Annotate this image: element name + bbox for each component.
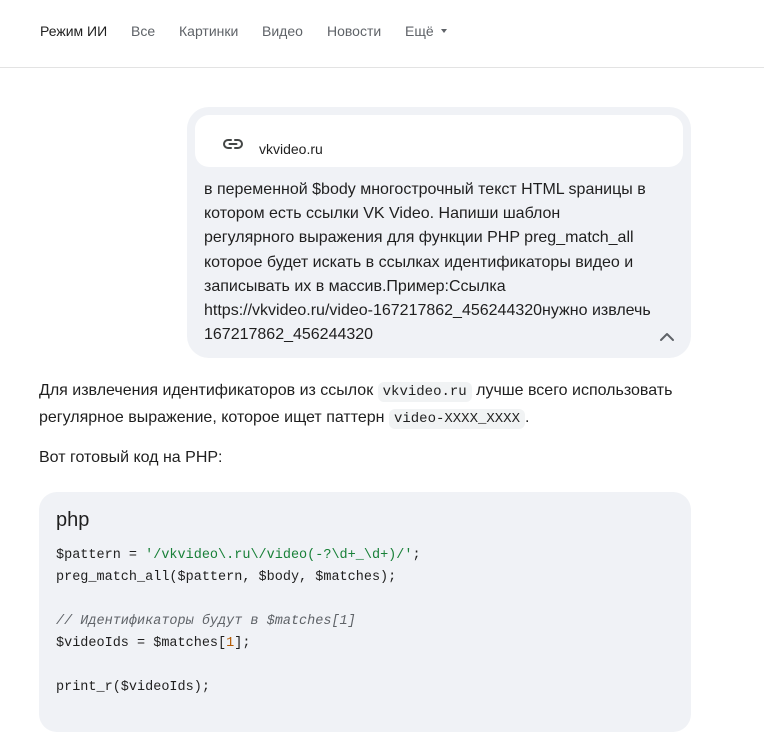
answer-paragraph-2: Вот готовый код на PHP: <box>39 449 223 466</box>
code-token: $videoIds = $matches[ <box>56 636 227 651</box>
nav-tab-all[interactable]: Все <box>131 22 155 40</box>
code-token: ; <box>412 548 421 563</box>
caret-down-icon <box>440 29 447 33</box>
code-line-4: $videoIds = $matches[1]; <box>56 634 250 654</box>
nav-tab-ai-mode[interactable]: Режим ИИ <box>40 22 107 40</box>
nav-tab-video[interactable]: Видео <box>262 22 303 40</box>
nav-tab-more-label: Ещё <box>405 23 434 39</box>
link-domain: vkvideo.ru <box>259 141 323 157</box>
code-line-2: preg_match_all($pattern, $body, $matches… <box>56 570 397 585</box>
chevron-up-icon[interactable] <box>656 328 678 346</box>
top-navigation: Режим ИИ Все Картинки Видео Новости Ещё <box>0 0 764 68</box>
link-icon <box>223 139 243 149</box>
inline-code-domain: vkvideo.ru <box>377 382 472 402</box>
nav-tab-images[interactable]: Картинки <box>179 22 238 40</box>
code-token: ]; <box>234 636 251 651</box>
answer-text-part: . <box>525 409 530 426</box>
nav-tab-news[interactable]: Новости <box>327 22 381 40</box>
code-comment: // Идентификаторы будут в $matches[1] <box>56 614 356 629</box>
code-string: '/vkvideo\.ru\/video(-?\d+_\d+)/' <box>145 548 413 563</box>
code-language-label: php <box>56 509 90 531</box>
answer-text-part: Для извлечения идентификаторов из ссылок <box>39 382 378 399</box>
code-line-5: print_r($videoIds); <box>56 680 210 695</box>
nav-tab-more[interactable]: Ещё <box>405 22 447 40</box>
inline-code-pattern: video-XXXX_XXXX <box>388 409 525 429</box>
code-line-1: $pattern = '/vkvideo\.ru\/video(-?\d+_\d… <box>56 546 421 566</box>
link-attachment-card[interactable]: vkvideo.ru <box>195 115 683 167</box>
user-message-text: в переменной $body многострочный текст H… <box>204 181 651 344</box>
answer-paragraph-1: Для извлечения идентификаторов из ссылок… <box>39 378 699 432</box>
code-token: $pattern = <box>56 548 146 563</box>
code-block: php $pattern = '/vkvideo\.ru\/video(-?\d… <box>39 492 691 732</box>
